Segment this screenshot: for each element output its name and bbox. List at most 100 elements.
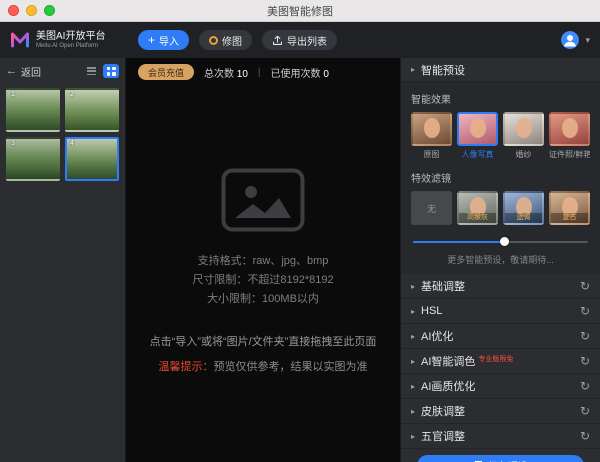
- grid-view-icon[interactable]: [103, 64, 119, 78]
- slider-handle[interactable]: [500, 237, 509, 246]
- toolbar: 美图AI开放平台 Meitu AI Open Platform + 导入 修图 …: [0, 22, 600, 58]
- retouch-button[interactable]: 修图: [199, 30, 252, 50]
- logo-title: 美图AI开放平台: [36, 31, 105, 42]
- triangle-icon: ▸: [411, 407, 415, 416]
- back-arrow-icon: ←: [6, 65, 17, 77]
- app-window: 美图智能修图 美图AI开放平台 Meitu AI Open Platform +…: [0, 0, 600, 462]
- pro-free-badge: 专业版限免: [478, 356, 513, 363]
- back-button[interactable]: ← 返回: [6, 64, 79, 79]
- format-limit-text: 支持格式：raw、jpg、bmp: [198, 252, 329, 271]
- chevron-down-icon[interactable]: ▾: [585, 35, 590, 46]
- retouch-ring-icon: [209, 36, 218, 45]
- export-list-label: 导出列表: [287, 33, 327, 48]
- triangle-icon: ▸: [411, 432, 415, 441]
- reset-icon[interactable]: ↻: [580, 355, 590, 367]
- triangle-icon: ▸: [411, 282, 415, 291]
- window-title: 美图智能修图: [0, 3, 600, 19]
- filter-tile-gray[interactable]: 高级灰: [457, 191, 498, 225]
- thumbnail-number: 2: [70, 91, 74, 98]
- filter-tile-vintage[interactable]: 复古: [549, 191, 590, 225]
- section-skin-adjust[interactable]: ▸ 皮肤调整 ↻: [401, 399, 600, 424]
- section-ai-color[interactable]: ▸ AI智能调色专业版限免 ↻: [401, 349, 600, 374]
- plus-icon: +: [148, 35, 155, 45]
- section-ai-optimize[interactable]: ▸ AI优化 ↻: [401, 324, 600, 349]
- main-area: 会员充值 总次数 10 | 已使用次数 0 支持格式：raw、jpg、bmp: [126, 58, 400, 462]
- import-button[interactable]: + 导入: [138, 30, 189, 50]
- logo-subtitle: Meitu AI Open Platform: [36, 42, 105, 50]
- triangle-icon: ▸: [411, 307, 415, 316]
- right-panel: ▸ 智能预设 智能效果 原图 人像写真 婚纱: [400, 58, 600, 462]
- drop-hint-text: 点击“导入”或将“图片/文件夹”直接拖拽至此页面: [150, 333, 377, 349]
- titlebar: 美图智能修图: [0, 0, 600, 22]
- save-area: 保存预设: [401, 449, 600, 462]
- export-list-button[interactable]: 导出列表: [262, 30, 337, 50]
- warm-tip-text: 温馨提示：预览仅供参考，结果以实图为准: [159, 358, 368, 374]
- effect-tile-wedding[interactable]: 婚纱: [503, 112, 544, 160]
- slider-fill: [413, 241, 504, 243]
- photo-thumbnail[interactable]: 1: [6, 88, 60, 132]
- smart-preset-label: 智能预设: [421, 62, 590, 78]
- filter-tiles: 无 高级灰 蓝调 复古: [411, 191, 590, 225]
- logo-text: 美图AI开放平台 Meitu AI Open Platform: [36, 31, 105, 50]
- used-count: 已使用次数 0: [271, 65, 329, 80]
- avatar[interactable]: [561, 31, 579, 49]
- effect-tiles: 原图 人像写真 婚纱 证件照/鲜艳: [411, 112, 590, 160]
- main-top-bar: 会员充值 总次数 10 | 已使用次数 0: [126, 58, 400, 86]
- thumbnail-number: 3: [11, 140, 15, 147]
- reset-icon[interactable]: ↻: [580, 430, 590, 442]
- recharge-button[interactable]: 会员充值: [138, 64, 194, 80]
- reset-icon[interactable]: ↻: [580, 380, 590, 392]
- warm-tip-prefix: 温馨提示：: [159, 361, 214, 373]
- triangle-icon: ▸: [411, 357, 415, 366]
- section-smart-preset[interactable]: ▸ 智能预设: [401, 58, 600, 82]
- filter-tile-none[interactable]: 无: [411, 191, 452, 225]
- reset-icon[interactable]: ↻: [580, 305, 590, 317]
- total-count-value: 10: [237, 69, 248, 80]
- thumbnail-grid: 1 2 3 4: [0, 84, 125, 185]
- stats-divider: |: [258, 67, 261, 78]
- effect-tile-original[interactable]: 原图: [411, 112, 452, 160]
- user-avatar-icon: [561, 31, 579, 49]
- adjustment-sections: ▸ 基础调整 ↻ ▸ HSL ↻ ▸ AI优化 ↻: [401, 274, 600, 449]
- left-panel-header: ← 返回: [0, 58, 125, 84]
- save-preset-button[interactable]: 保存预设: [417, 455, 584, 462]
- thumbnail-number: 4: [70, 140, 74, 147]
- list-view-icon[interactable]: [83, 64, 99, 78]
- section-hsl[interactable]: ▸ HSL ↻: [401, 299, 600, 324]
- thumbnail-number: 1: [11, 91, 15, 98]
- filter-tile-blue[interactable]: 蓝调: [503, 191, 544, 225]
- triangle-icon: ▸: [411, 382, 415, 391]
- save-preset-label: 保存预设: [488, 458, 528, 462]
- section-face-adjust[interactable]: ▸ 五官调整 ↻: [401, 424, 600, 449]
- effect-tile-idphoto[interactable]: 证件照/鲜艳: [549, 112, 590, 160]
- more-presets-text: 更多智能预设，敬请期待...: [411, 253, 590, 266]
- triangle-icon: ▸: [411, 332, 415, 341]
- drop-zone[interactable]: 支持格式：raw、jpg、bmp 尺寸限制：不超过8192*8192 大小限制：…: [126, 86, 400, 462]
- size-limit-text: 尺寸限制：不超过8192*8192: [192, 271, 333, 290]
- image-placeholder-icon: [221, 168, 305, 232]
- filters-label: 特效滤镜: [411, 170, 590, 185]
- import-button-label: 导入: [159, 33, 179, 48]
- app-logo: 美图AI开放平台 Meitu AI Open Platform: [10, 31, 128, 50]
- triangle-icon: ▸: [411, 65, 415, 74]
- export-icon: [272, 35, 283, 46]
- total-count: 总次数 10: [204, 65, 248, 80]
- photo-thumbnail[interactable]: 3: [6, 137, 60, 181]
- reset-icon[interactable]: ↻: [580, 330, 590, 342]
- retouch-button-label: 修图: [222, 33, 242, 48]
- reset-icon[interactable]: ↻: [580, 280, 590, 292]
- section-ai-quality[interactable]: ▸ AI画质优化 ↻: [401, 374, 600, 399]
- meitu-logo-icon: [10, 31, 30, 49]
- section-basic-adjust[interactable]: ▸ 基础调整 ↻: [401, 274, 600, 299]
- photo-thumbnail-selected[interactable]: 4: [65, 137, 119, 181]
- effect-tile-portrait[interactable]: 人像写真: [457, 112, 498, 160]
- photo-thumbnail[interactable]: 2: [65, 88, 119, 132]
- content-area: ← 返回 1 2 3: [0, 58, 600, 462]
- smart-effects-label: 智能效果: [411, 91, 590, 106]
- smart-preset-body: 智能效果 原图 人像写真 婚纱: [401, 82, 600, 274]
- intensity-slider[interactable]: [413, 237, 588, 247]
- filesize-limit-text: 大小限制：100MB以内: [207, 290, 319, 309]
- left-panel: ← 返回 1 2 3: [0, 58, 126, 462]
- used-count-value: 0: [323, 69, 329, 80]
- reset-icon[interactable]: ↻: [580, 405, 590, 417]
